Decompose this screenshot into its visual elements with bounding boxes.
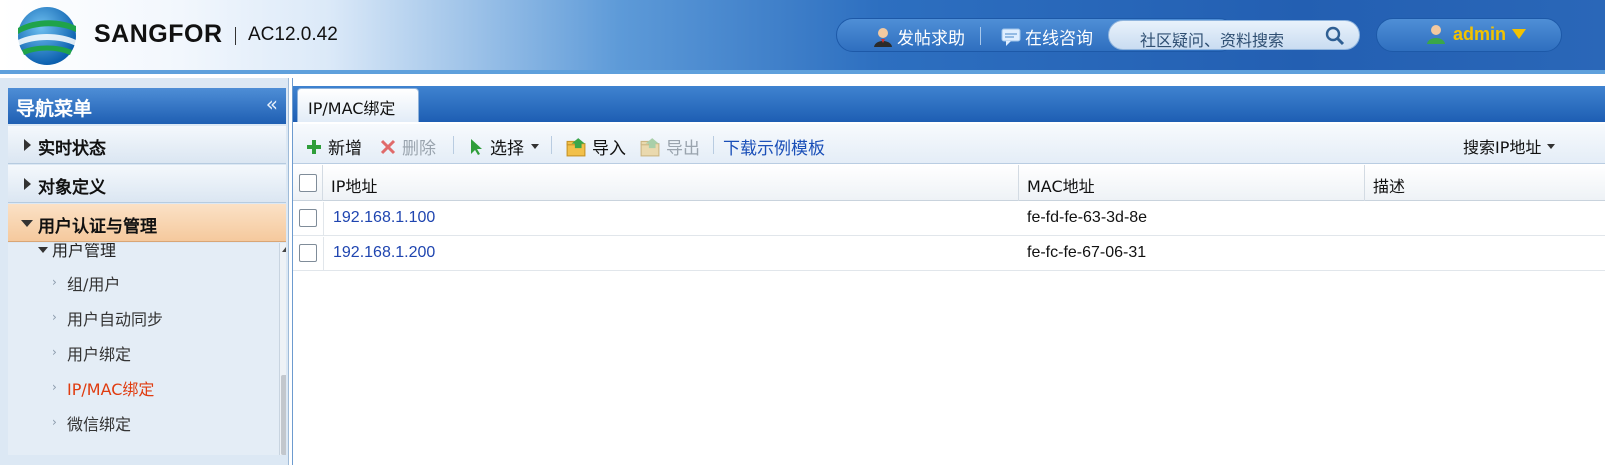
main-panel: IP/MAC绑定 新增 删除 选择 导入 导出 下载示例模板 搜索IP地址 IP… — [292, 78, 1605, 465]
toolbar-divider — [713, 136, 714, 154]
delete-x-icon — [380, 139, 396, 154]
nav-menu-header: 导航菜单 « — [8, 88, 286, 124]
column-header-mac[interactable]: MAC地址 — [1019, 165, 1365, 201]
sidebar-item-ip-mac-binding[interactable]: IP/MAC绑定 — [67, 376, 154, 400]
toolbar: 新增 删除 选择 导入 导出 下载示例模板 搜索IP地址 — [293, 124, 1605, 164]
tab-label: IP/MAC绑定 — [308, 99, 396, 118]
search-ip-dropdown[interactable]: 搜索IP地址 — [1463, 134, 1556, 158]
brand-name: SANGFOR — [94, 20, 223, 48]
submenu-group-user-management[interactable]: 用户管理 — [52, 243, 116, 261]
sidebar-item-user-auto-sync[interactable]: 用户自动同步 — [67, 306, 163, 330]
top-header: SANGFOR AC12.0.42 发帖求助 在线咨询 社区疑问、资料搜索 ad… — [0, 0, 1605, 74]
collapse-sidebar-icon[interactable]: « — [266, 92, 278, 116]
chat-bubble-icon — [1001, 28, 1021, 46]
cell-ip-address[interactable]: 192.168.1.200 — [333, 244, 435, 262]
brand-divider — [235, 27, 236, 45]
nav-menu-title: 导航菜单 — [16, 98, 93, 120]
sidebar-item-user-binding[interactable]: 用户绑定 — [67, 341, 131, 365]
cell-mac-address: fe-fd-fe-63-3d-8e — [1027, 209, 1148, 226]
import-label: 导入 — [592, 139, 626, 159]
sidebar-scrollbar[interactable] — [279, 243, 286, 455]
toolbar-divider — [551, 136, 552, 154]
header-divider — [980, 27, 981, 45]
post-help-label: 发帖求助 — [897, 29, 965, 49]
column-header-description[interactable]: 描述 — [1365, 165, 1605, 201]
row-divider — [323, 237, 324, 271]
nav-section-label: 用户认证与管理 — [38, 217, 157, 237]
search-icon[interactable] — [1324, 25, 1346, 47]
add-label: 新增 — [328, 139, 362, 159]
tab-bar: IP/MAC绑定 — [293, 86, 1605, 122]
nav-section-object-definition[interactable]: 对象定义 — [8, 165, 286, 203]
column-header-label: IP地址 — [331, 177, 378, 196]
chevron-right-icon: › — [52, 345, 57, 359]
row-checkbox[interactable] — [299, 209, 317, 227]
nav-section-user-auth[interactable]: 用户认证与管理 — [8, 204, 286, 242]
column-header-label: 描述 — [1373, 177, 1406, 196]
search-ip-label: 搜索IP地址 — [1463, 138, 1542, 157]
table-header: IP地址 MAC地址 描述 — [293, 165, 1605, 201]
sidebar: 导航菜单 « 实时状态 对象定义 用户认证与管理 用户管理 › 组/用户 › 用… — [0, 78, 289, 465]
row-divider — [323, 202, 324, 236]
download-template-link[interactable]: 下载示例模板 — [723, 134, 825, 159]
username: admin — [1453, 23, 1507, 44]
import-folder-icon — [566, 137, 586, 156]
chevron-right-icon: › — [52, 310, 57, 324]
cell-ip-address[interactable]: 192.168.1.100 — [333, 209, 435, 227]
online-consult-link[interactable]: 在线咨询 — [1000, 24, 1093, 49]
export-button[interactable]: 导出 — [639, 134, 700, 159]
select-all-column — [293, 165, 323, 201]
add-button[interactable]: 新增 — [305, 134, 362, 159]
expand-arrow-icon — [24, 178, 31, 190]
nav-section-label: 对象定义 — [38, 178, 106, 198]
nav-section-label: 实时状态 — [38, 139, 106, 159]
user-avatar-icon — [1427, 25, 1445, 44]
chevron-right-icon: › — [52, 380, 57, 394]
chevron-down-icon — [1547, 143, 1556, 149]
sidebar-item-group-user[interactable]: 组/用户 — [67, 271, 120, 295]
select-all-checkbox[interactable] — [299, 174, 317, 192]
user-dropdown-caret-icon[interactable] — [1512, 29, 1527, 39]
submenu-expand-arrow-icon — [38, 247, 48, 253]
row-checkbox[interactable] — [299, 244, 317, 262]
user-menu[interactable]: admin — [1425, 23, 1527, 45]
delete-label: 删除 — [402, 139, 436, 159]
sangfor-logo-icon — [18, 7, 76, 65]
post-help-link[interactable]: 发帖求助 — [872, 24, 965, 49]
user-auth-submenu: 用户管理 › 组/用户 › 用户自动同步 › 用户绑定 › IP/MAC绑定 ›… — [8, 243, 286, 455]
community-search-placeholder[interactable]: 社区疑问、资料搜索 — [1140, 27, 1284, 51]
delete-button[interactable]: 删除 — [379, 134, 436, 159]
chevron-right-icon: › — [52, 275, 57, 289]
chevron-right-icon: › — [52, 415, 57, 429]
table-row[interactable]: 192.168.1.100 fe-fd-fe-63-3d-8e — [293, 202, 1605, 236]
scrollbar-thumb[interactable] — [281, 375, 286, 455]
product-version: AC12.0.42 — [248, 24, 338, 45]
tab-ip-mac-binding[interactable]: IP/MAC绑定 — [297, 88, 419, 122]
import-button[interactable]: 导入 — [565, 134, 626, 159]
person-help-icon — [874, 27, 892, 47]
chevron-down-icon — [531, 144, 539, 149]
expand-arrow-icon — [24, 139, 31, 151]
export-label: 导出 — [666, 139, 700, 159]
column-header-ip[interactable]: IP地址 — [323, 165, 1019, 201]
select-dropdown-button[interactable]: 选择 — [467, 134, 539, 159]
plus-icon — [307, 139, 321, 154]
column-header-label: MAC地址 — [1027, 177, 1095, 196]
download-template-label: 下载示例模板 — [723, 139, 825, 159]
select-label: 选择 — [490, 139, 524, 159]
collapse-arrow-icon — [21, 220, 33, 227]
export-folder-icon — [640, 137, 660, 156]
table-row[interactable]: 192.168.1.200 fe-fc-fe-67-06-31 — [293, 237, 1605, 271]
sidebar-item-wechat-binding[interactable]: 微信绑定 — [67, 411, 131, 435]
nav-section-realtime-status[interactable]: 实时状态 — [8, 126, 286, 164]
cell-mac-address: fe-fc-fe-67-06-31 — [1027, 244, 1147, 261]
online-consult-label: 在线咨询 — [1025, 29, 1093, 49]
toolbar-divider — [453, 136, 454, 154]
scroll-up-icon[interactable] — [282, 247, 286, 252]
cursor-pointer-icon — [471, 138, 482, 155]
